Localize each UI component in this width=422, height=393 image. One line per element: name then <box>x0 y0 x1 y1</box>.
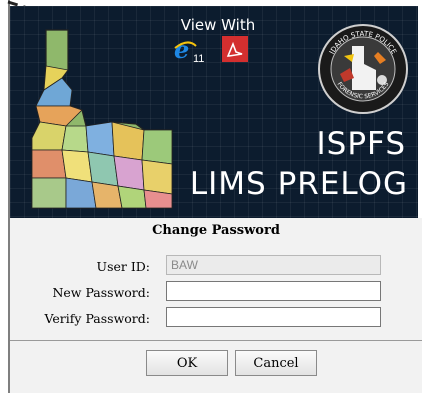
verify-password-row: Verify Password: <box>10 307 422 331</box>
new-password-row: New Password: <box>10 281 422 305</box>
view-with-label: View With <box>180 16 256 34</box>
new-password-label: New Password: <box>52 285 150 300</box>
user-id-field <box>166 255 381 275</box>
form-heading: Change Password <box>152 223 280 238</box>
user-id-label: User ID: <box>96 259 150 274</box>
user-id-row: User ID: <box>10 255 422 279</box>
header-banner: View With e 11 IDAHO STATE POLICE FORENS… <box>10 6 418 218</box>
form-divider <box>10 340 422 341</box>
verify-password-label: Verify Password: <box>44 311 150 326</box>
new-password-field[interactable] <box>166 281 381 301</box>
internet-explorer-icon[interactable]: e 11 <box>174 36 214 64</box>
verify-password-field[interactable] <box>166 307 381 327</box>
isp-seal-logo: IDAHO STATE POLICE FORENSIC SERVICES <box>318 24 408 114</box>
change-password-panel: Change Password User ID: New Password: V… <box>10 218 422 393</box>
app-title-lims-prelog: LIMS PRELOG <box>189 166 408 202</box>
cancel-button[interactable]: Cancel <box>235 350 317 376</box>
ok-button[interactable]: OK <box>146 350 228 376</box>
page: View With e 11 IDAHO STATE POLICE FORENS… <box>0 0 422 393</box>
idaho-map-image <box>31 29 173 209</box>
ie-version-label: 11 <box>193 53 204 64</box>
svg-text:e: e <box>174 36 189 64</box>
adobe-pdf-icon[interactable] <box>222 36 248 62</box>
app-title-ispfs: ISPFS <box>316 126 406 162</box>
